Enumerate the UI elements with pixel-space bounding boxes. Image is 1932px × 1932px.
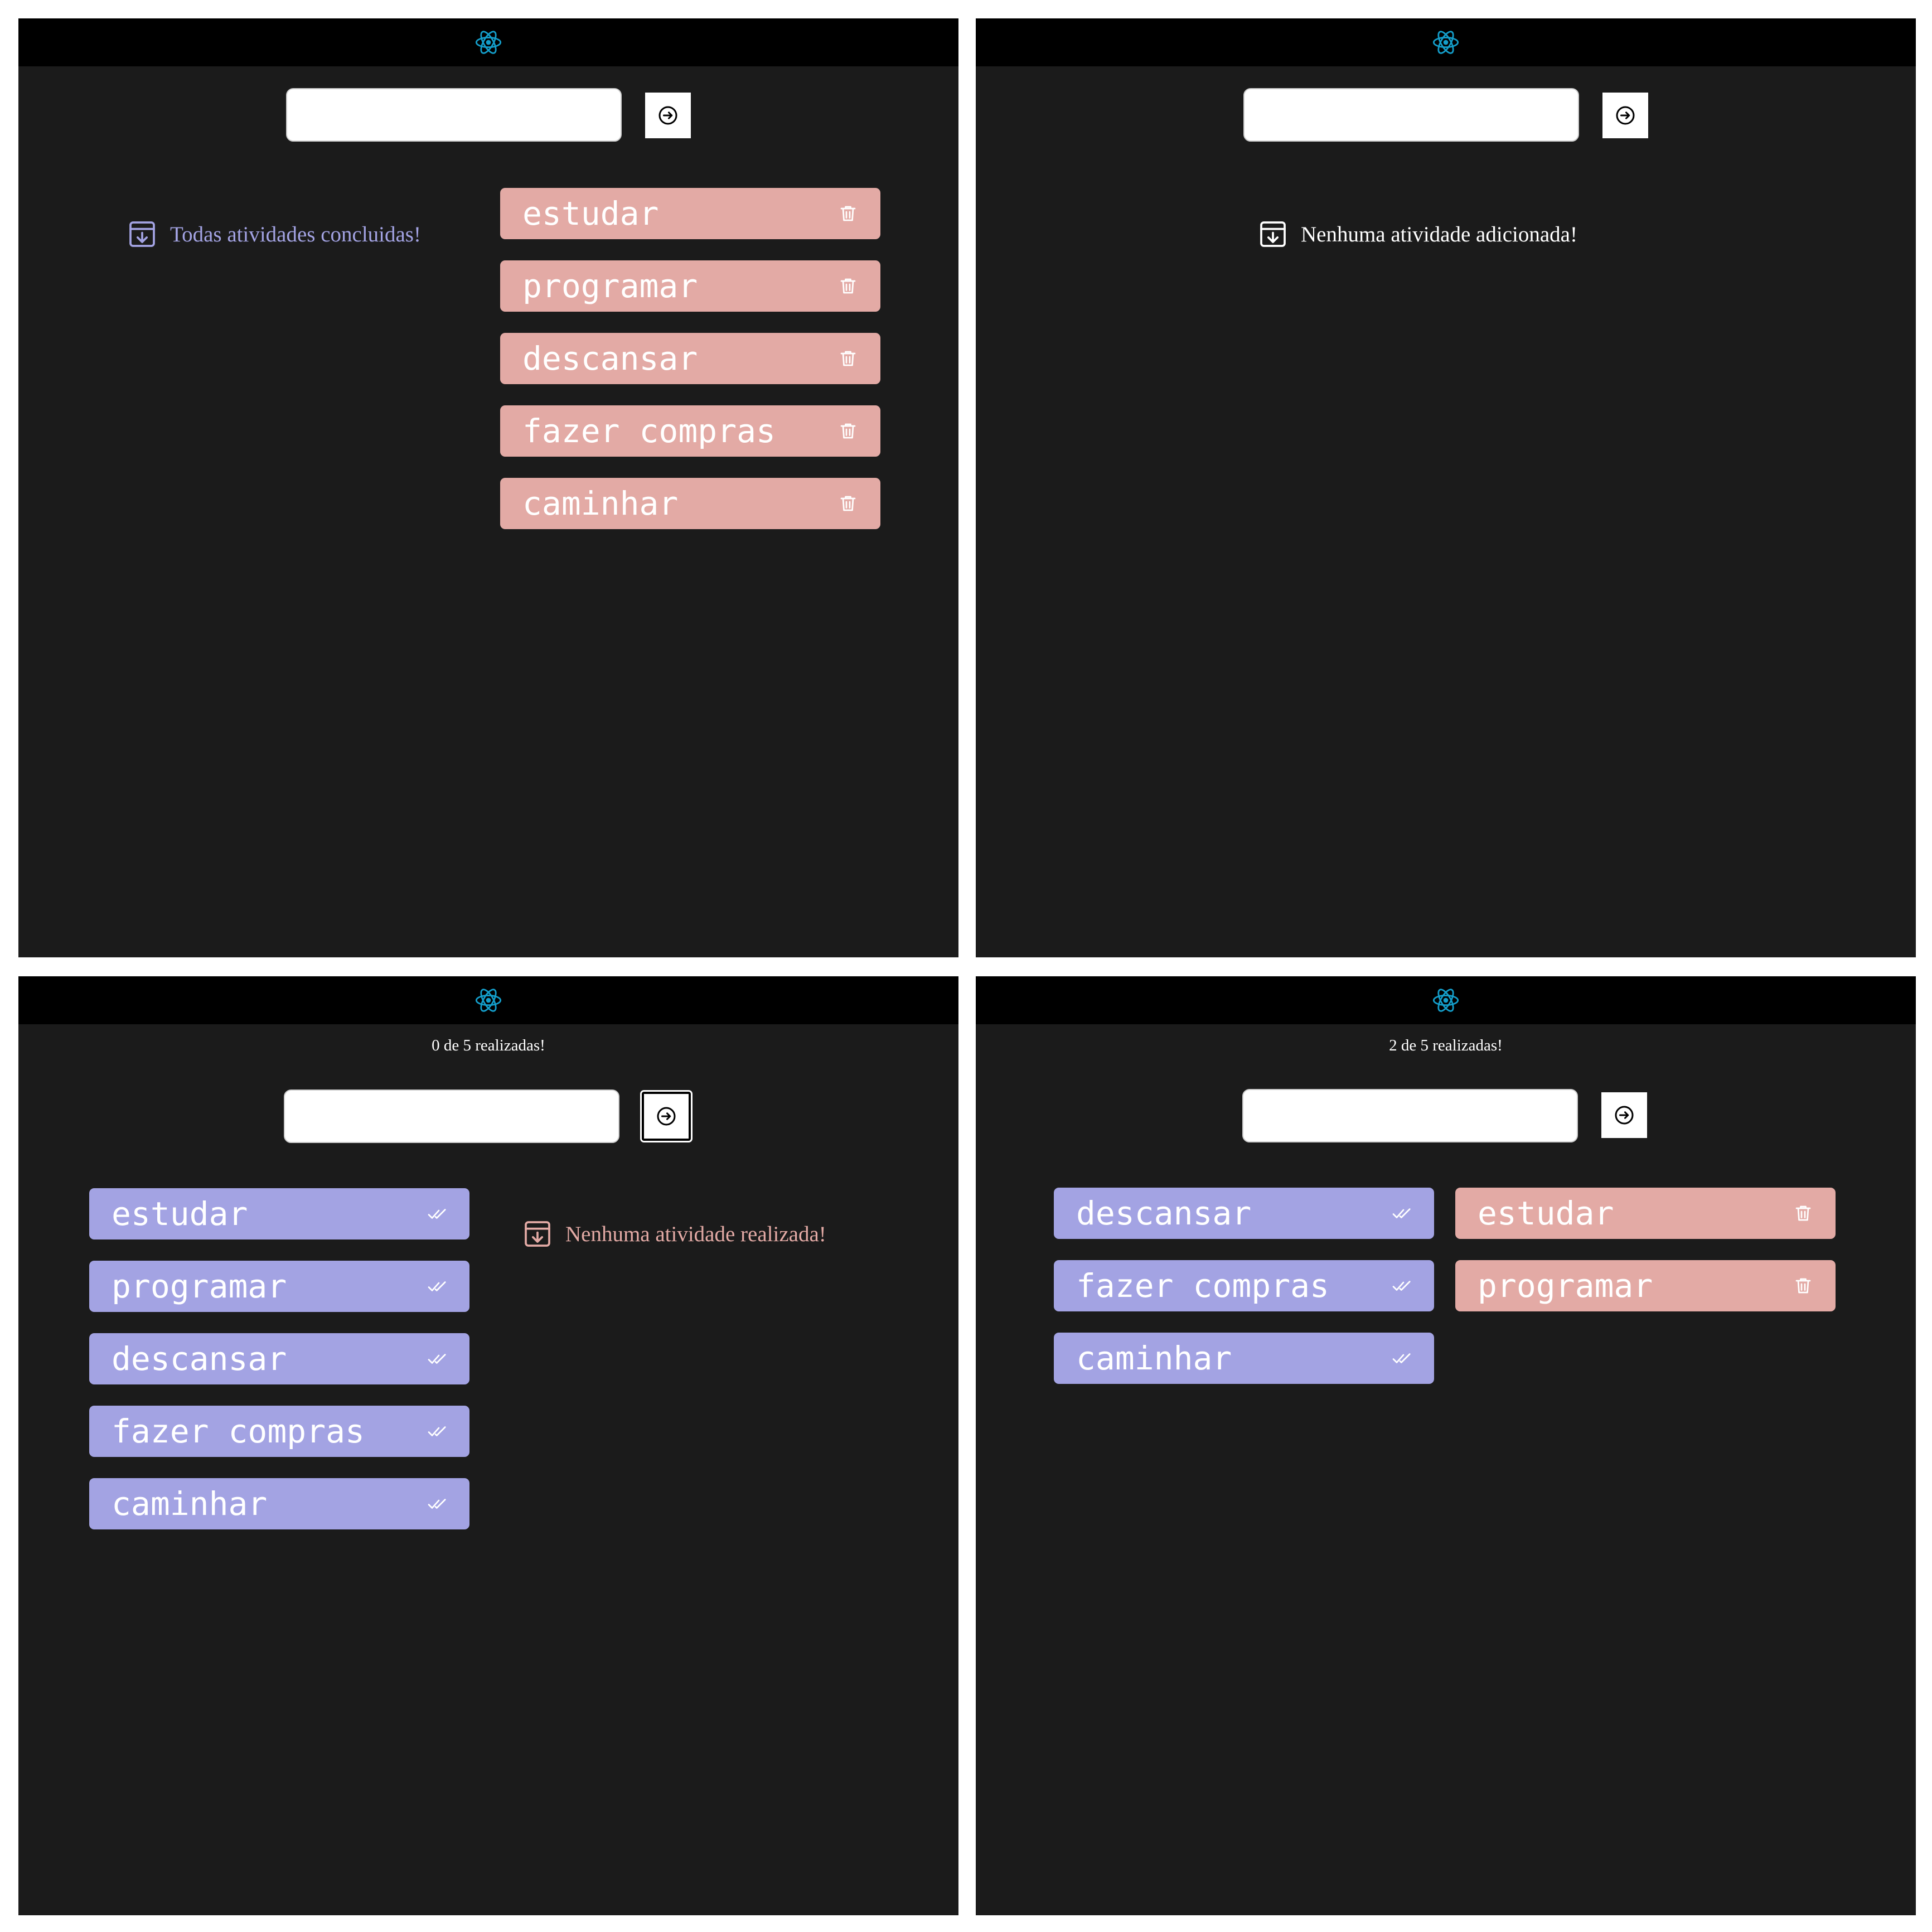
task-input[interactable] [284,1090,619,1143]
done-task-item[interactable]: caminhar [1054,1333,1434,1384]
pending-task-item[interactable]: descansar [500,333,880,384]
pending-task-item[interactable]: estudar [500,188,880,239]
done-task-item[interactable]: fazer compras [1054,1260,1434,1311]
arrow-right-circle-icon [1615,1106,1634,1125]
header-bar [976,976,1916,1024]
done-task-item[interactable]: fazer compras [89,1406,469,1457]
arrow-right-circle-icon [1616,106,1635,125]
archive-download-icon [1260,221,1286,247]
pending-task-item[interactable]: caminhar [500,478,880,529]
task-input[interactable] [1242,1089,1578,1142]
archive-download-icon [525,1221,550,1247]
task-label: descansar [522,340,698,377]
double-check-icon[interactable] [1392,1348,1412,1368]
trash-icon[interactable] [838,276,858,296]
task-label: estudar [522,195,659,233]
task-label: descansar [112,1340,287,1378]
app-panel-3: 0 de 5 realizadas! estudar programar des… [18,976,958,1915]
task-label: estudar [112,1195,248,1233]
trash-icon[interactable] [838,204,858,224]
task-label: caminhar [522,485,679,522]
empty-done-message: Nenhuma atividade realizada! [522,1218,826,1250]
react-logo-icon [474,986,503,1015]
add-task-button[interactable] [1601,1092,1647,1138]
header-bar [976,18,1916,66]
task-input[interactable] [1243,88,1579,142]
empty-done-message: Todas atividades concluidas! [127,219,421,250]
header-bar [18,18,958,66]
double-check-icon[interactable] [427,1276,447,1296]
pending-task-item[interactable]: programar [1455,1260,1836,1311]
trash-icon[interactable] [838,348,858,369]
react-logo-icon [474,28,503,57]
task-label: estudar [1478,1194,1614,1232]
double-check-icon[interactable] [427,1494,447,1514]
task-label: programar [1478,1267,1653,1305]
done-task-item[interactable]: descansar [1054,1188,1434,1239]
pending-task-item[interactable]: programar [500,260,880,312]
add-task-button[interactable] [642,1092,691,1141]
progress-counter: 0 de 5 realizadas! [432,1037,545,1054]
trash-icon[interactable] [1793,1276,1813,1296]
react-logo-icon [1431,986,1460,1015]
pending-task-item[interactable]: fazer compras [500,405,880,457]
archive-download-icon [129,221,155,247]
double-check-icon[interactable] [427,1421,447,1441]
done-task-item[interactable]: estudar [89,1188,469,1239]
empty-message-text: Nenhuma atividade adicionada! [1301,222,1577,246]
task-label: programar [112,1267,287,1305]
done-task-item[interactable]: programar [89,1261,469,1312]
empty-message-text: Todas atividades concluidas! [170,222,421,246]
task-label: descansar [1076,1194,1252,1232]
progress-counter: 2 de 5 realizadas! [1389,1037,1503,1054]
arrow-right-circle-icon [657,1107,676,1126]
double-check-icon[interactable] [1392,1203,1412,1223]
task-label: fazer compras [522,412,776,450]
add-task-button[interactable] [645,93,691,138]
task-input[interactable] [286,88,622,142]
app-panel-2: Nenhuma atividade adicionada! [976,18,1916,957]
arrow-right-circle-icon [658,106,677,125]
empty-message-text: Nenhuma atividade realizada! [565,1222,826,1246]
trash-icon[interactable] [838,493,858,514]
task-label: fazer compras [1076,1267,1329,1305]
app-panel-1: Todas atividades concluidas! estudar pro… [18,18,958,957]
pending-task-item[interactable]: estudar [1455,1188,1836,1239]
empty-list-message: Nenhuma atividade adicionada! [1257,219,1577,250]
double-check-icon[interactable] [1392,1276,1412,1296]
double-check-icon[interactable] [427,1204,447,1224]
done-task-item[interactable]: caminhar [89,1478,469,1529]
done-task-item[interactable]: descansar [89,1333,469,1384]
task-label: programar [522,267,698,305]
add-task-button[interactable] [1602,93,1648,138]
react-logo-icon [1431,28,1460,57]
double-check-icon[interactable] [427,1349,447,1369]
task-label: caminhar [112,1485,268,1523]
trash-icon[interactable] [1793,1203,1813,1223]
trash-icon[interactable] [838,421,858,441]
task-label: caminhar [1076,1339,1232,1377]
task-label: fazer compras [112,1412,365,1450]
app-panel-4: 2 de 5 realizadas! descansar fazer compr… [976,976,1916,1915]
header-bar [18,976,958,1024]
